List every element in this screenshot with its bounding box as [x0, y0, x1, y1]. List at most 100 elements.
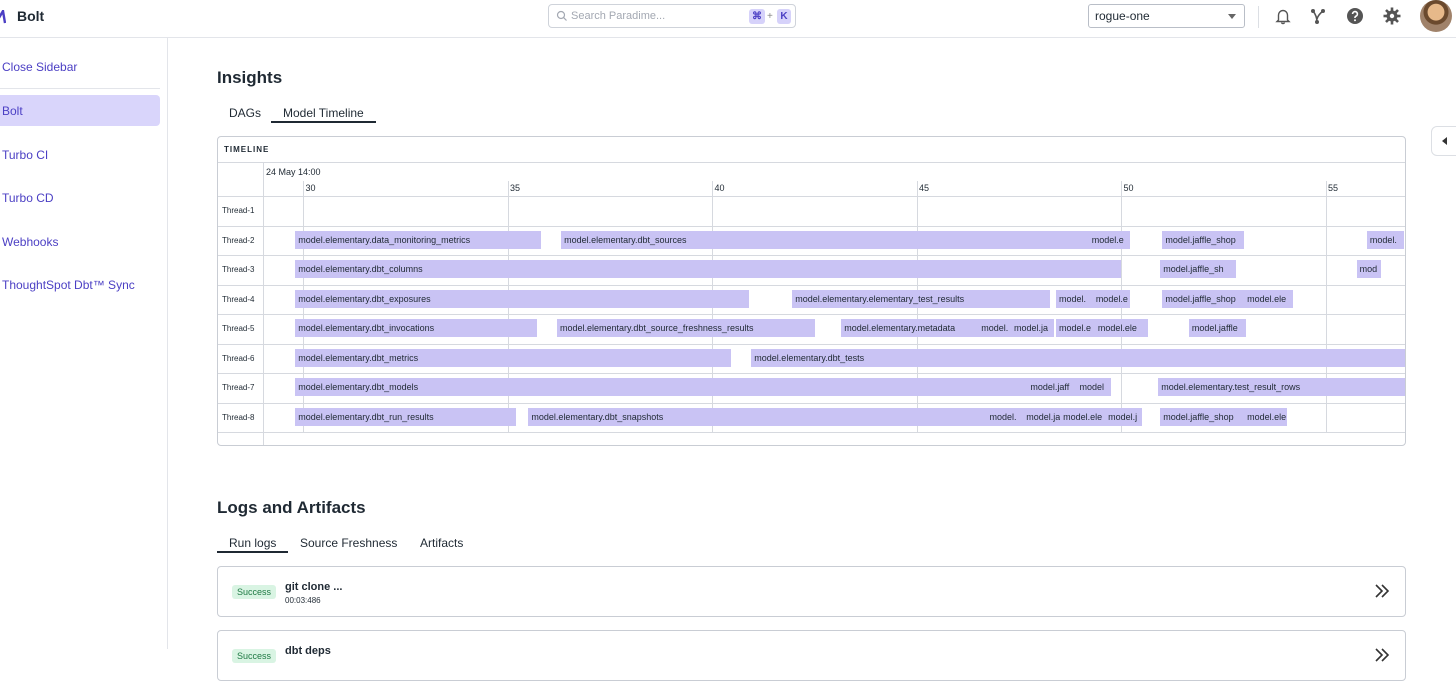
- timeline-model-bar[interactable]: model.jaffle_shop: [1162, 289, 1245, 308]
- timeline-model-bar[interactable]: model.elementary.dbt_sources: [561, 230, 1130, 249]
- thread-row-line: [218, 432, 1405, 433]
- top-bar: Bolt ⌘ + K rogue-one: [0, 0, 1456, 38]
- log-command: git clone ...: [285, 581, 343, 593]
- active-tab-indicator: [217, 551, 288, 553]
- timeline-model-bar[interactable]: model.elementary.dbt_metrics: [295, 348, 731, 367]
- sidebar: Close Sidebar Bolt Turbo CI Turbo CD Web…: [0, 38, 168, 649]
- timeline-model-bar[interactable]: model.elementary.dbt_tests: [751, 348, 1405, 367]
- timeline-model-bar[interactable]: model.ele: [1094, 319, 1149, 337]
- thread-label: Thread-3: [222, 265, 255, 274]
- insights-heading: Insights: [217, 68, 283, 87]
- timeline-model-bar[interactable]: model.: [1056, 289, 1093, 308]
- log-entry[interactable]: Success dbt deps: [217, 630, 1406, 681]
- timeline-header-line: [218, 162, 1405, 163]
- timeline-model-bar[interactable]: model.elementary.dbt_invocations: [295, 319, 537, 337]
- timeline-tick-label: 50: [1123, 183, 1134, 193]
- timeline-tick-label: 40: [714, 183, 725, 193]
- timeline-tick-label: 35: [509, 183, 520, 193]
- timeline-model-bar[interactable]: model.elementary.metadata: [841, 319, 979, 337]
- timeline-model-bar[interactable]: model.ele: [1244, 407, 1288, 426]
- timeline-model-bar[interactable]: model.: [986, 407, 1024, 426]
- timeline-model-bar[interactable]: model.jaffle_sh: [1160, 260, 1236, 278]
- search-input[interactable]: [571, 8, 741, 24]
- search-icon: [556, 10, 567, 21]
- timeline-model-bar[interactable]: model.elementary.dbt_run_results: [295, 407, 517, 426]
- thread-label: Thread-8: [222, 412, 255, 422]
- chevron-down-icon: [1228, 14, 1236, 19]
- timeline-model-bar[interactable]: mod: [1356, 260, 1382, 278]
- timeline-model-bar[interactable]: model.jaffle: [1023, 407, 1061, 426]
- timeline-model-bar[interactable]: model.jaffle_shop: [1162, 230, 1245, 249]
- thread-row-line: [218, 255, 1405, 256]
- timeline-model-bar[interactable]: model.: [978, 319, 1012, 337]
- timeline-model-bar[interactable]: model.ele: [1060, 407, 1106, 426]
- sidebar-item-thoughtspot-sync[interactable]: ThoughtSpot Dbt™ Sync: [2, 278, 135, 292]
- timeline-model-bar[interactable]: model.e: [1092, 289, 1130, 308]
- status-badge: Success: [232, 585, 277, 599]
- log-entry[interactable]: Success git clone ... 00:03:486: [217, 566, 1406, 617]
- timeline-model-bar[interactable]: model.elementary.data_monitoring_metrics: [295, 230, 541, 249]
- timeline-model-bar[interactable]: model.ja: [1011, 319, 1054, 337]
- tab-artifacts[interactable]: Artifacts: [420, 536, 463, 550]
- timeline-model-bar[interactable]: model.j: [1105, 407, 1142, 426]
- timeline-model-bar[interactable]: model.elementary.dbt_columns: [295, 260, 1122, 278]
- git-branch-icon[interactable]: [1309, 7, 1327, 25]
- timeline-tick-label: 55: [1327, 183, 1338, 193]
- timeline-model-bar[interactable]: model.ele: [1244, 289, 1294, 308]
- timeline-model-bar[interactable]: model.elementary.dbt_snapshots: [528, 407, 987, 426]
- thread-label: Thread-5: [222, 324, 255, 333]
- timeline-model-bar[interactable]: model.elementary.elementary_test_results: [792, 289, 1050, 308]
- sidebar-item-bolt-active[interactable]: [0, 95, 160, 126]
- shortcut-cmd-key: ⌘: [749, 9, 765, 24]
- close-sidebar-link[interactable]: Close Sidebar: [2, 60, 77, 74]
- timeline-model-bar[interactable]: model.: [1366, 230, 1404, 249]
- shortcut-k-key: K: [777, 9, 791, 24]
- tab-dags[interactable]: DAGs: [229, 106, 261, 120]
- shortcut-plus: +: [767, 11, 773, 22]
- status-badge: Success: [232, 649, 277, 663]
- thread-row-line: [218, 402, 1405, 404]
- settings-gear-icon[interactable]: [1383, 7, 1401, 25]
- sidebar-item-bolt[interactable]: Bolt: [2, 104, 23, 118]
- timeline-model-bar[interactable]: model.jaffle_shop: [1160, 407, 1245, 426]
- timeline-model-bar[interactable]: model.elementary.dbt_models: [295, 378, 1028, 396]
- app-title: Bolt: [17, 8, 45, 24]
- collapse-panel-button[interactable]: [1431, 126, 1456, 156]
- timeline-model-bar[interactable]: model.jaffle: [1188, 319, 1247, 337]
- workspace-select[interactable]: rogue-one: [1088, 4, 1245, 28]
- sidebar-divider: [0, 88, 160, 89]
- timeline-model-bar[interactable]: model.elementary.test_result_rows: [1158, 378, 1405, 396]
- user-avatar[interactable]: [1420, 0, 1452, 32]
- sidebar-item-turbo-ci[interactable]: Turbo CI: [2, 148, 48, 162]
- thread-row-line: [218, 314, 1405, 315]
- log-duration: 00:03:486: [285, 596, 321, 605]
- model-timeline-chart: TIMELINE 24 May 14:00 30 35 40 45 50 55 Thread…: [217, 136, 1406, 446]
- timeline-model-bar[interactable]: model.e: [1088, 230, 1130, 249]
- help-icon[interactable]: [1346, 7, 1364, 25]
- double-chevron-right-icon[interactable]: [1373, 582, 1391, 600]
- thread-label: Thread-2: [222, 235, 255, 245]
- bell-icon[interactable]: [1274, 7, 1292, 25]
- timeline-model-bar[interactable]: model.elementary.dbt_source_freshness_re…: [557, 319, 815, 337]
- bolt-logo-icon: [0, 10, 6, 24]
- thread-label: Thread-7: [222, 383, 255, 392]
- tab-source-freshness[interactable]: Source Freshness: [300, 536, 397, 550]
- sidebar-item-webhooks[interactable]: Webhooks: [2, 235, 58, 249]
- thread-row-line: [218, 373, 1405, 374]
- timeline-axis-line: [218, 196, 1405, 197]
- sidebar-item-turbo-cd[interactable]: Turbo CD: [2, 191, 54, 205]
- chevron-left-icon: [1442, 137, 1447, 145]
- timeline-title: TIMELINE: [224, 145, 270, 154]
- timeline-model-bar[interactable]: model.jaff: [1027, 378, 1077, 396]
- timeline-model-bar[interactable]: model: [1076, 378, 1112, 396]
- thread-row-line: [218, 343, 1405, 345]
- timeline-model-bar[interactable]: model.elementary.dbt_exposures: [295, 289, 750, 308]
- thread-row-line: [218, 225, 1405, 227]
- tab-run-logs[interactable]: Run logs: [229, 536, 276, 550]
- timeline-model-bar[interactable]: model.e: [1056, 319, 1095, 337]
- tab-model-timeline[interactable]: Model Timeline: [283, 106, 364, 120]
- timeline-tick-label: 45: [918, 183, 929, 193]
- timeline-date-label: 24 May 14:00: [266, 167, 321, 177]
- thread-row-line: [218, 284, 1405, 286]
- search-box[interactable]: ⌘ + K: [548, 4, 796, 28]
